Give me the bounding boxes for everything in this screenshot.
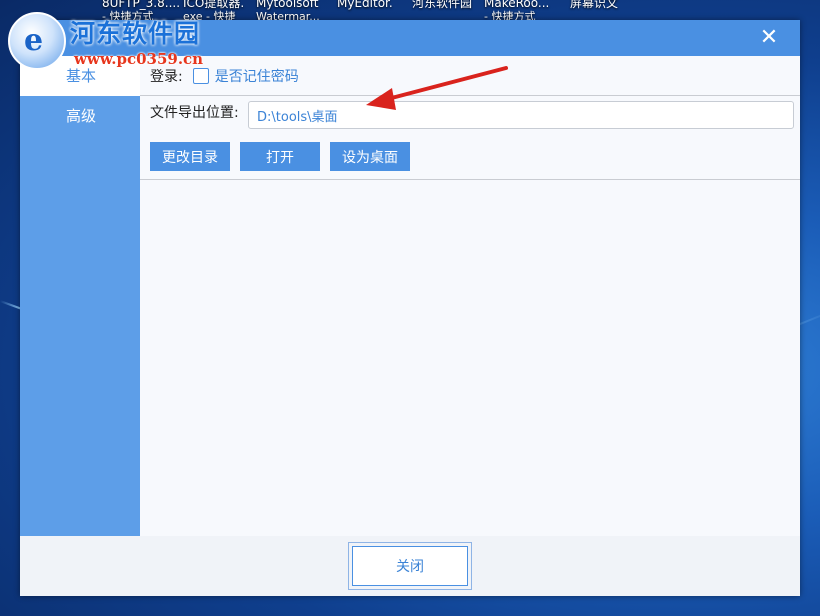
- export-location-label: 文件导出位置:: [150, 105, 239, 121]
- footer-bar: 关闭: [20, 536, 800, 596]
- change-directory-button[interactable]: 更改目录: [150, 142, 230, 171]
- close-button[interactable]: 关闭: [352, 546, 468, 586]
- open-button[interactable]: 打开: [240, 142, 320, 171]
- export-path-input[interactable]: [248, 101, 794, 129]
- close-icon[interactable]: ✕: [756, 25, 782, 51]
- sidebar-item-label: 高级: [66, 107, 97, 125]
- desktop-icon[interactable]: 河东软件园: [412, 0, 472, 10]
- watermark-url: www.pc0359.cn: [74, 50, 204, 68]
- set-desktop-button[interactable]: 设为桌面: [330, 142, 410, 171]
- remember-password-label[interactable]: 是否记住密码: [215, 66, 299, 86]
- watermark-logo-icon: e: [8, 12, 66, 70]
- remember-password-checkbox[interactable]: [192, 68, 209, 84]
- sidebar-item-advanced[interactable]: 高级: [20, 96, 140, 136]
- divider: [140, 179, 800, 180]
- desktop-icon[interactable]: MyEditor.: [337, 0, 393, 10]
- close-button-focus-ring: 关闭: [348, 542, 472, 590]
- export-location-row: 文件导出位置:: [150, 102, 239, 122]
- divider: [140, 95, 800, 96]
- settings-window: ✕ 基本 高级 登录: 是否记住密码 文件导出位置: 更改目录 打开 设为桌面 …: [20, 20, 800, 596]
- site-watermark: e 河东软件园 www.pc0359.cn: [8, 10, 218, 70]
- desktop-icon[interactable]: 屏幕识文: [570, 0, 618, 10]
- watermark-title: 河东软件园: [70, 19, 201, 48]
- sidebar: 基本 高级: [20, 56, 140, 536]
- settings-panel: 登录: 是否记住密码 文件导出位置: 更改目录 打开 设为桌面: [140, 56, 800, 536]
